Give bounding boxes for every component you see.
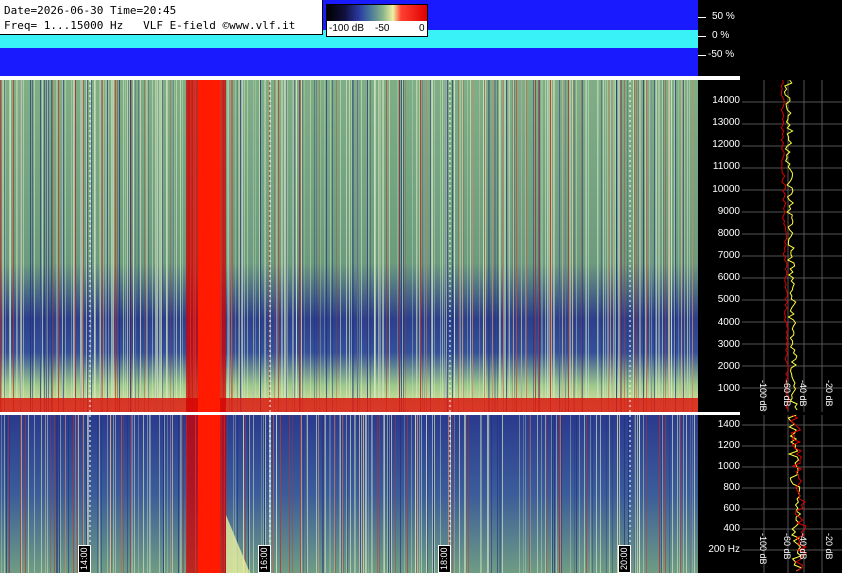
spectrogram-image [0, 80, 698, 412]
low-frequency-band [0, 398, 698, 412]
db-label: -60 dB [782, 533, 792, 560]
freq-label: 8000 [717, 228, 740, 239]
freq-label: 400 [723, 523, 740, 534]
spectrogram-full-range [0, 80, 698, 412]
waveform-tick [698, 55, 706, 56]
waveform-tick [698, 36, 706, 37]
freq-label: 800 [723, 482, 740, 493]
color-scale-labels: -100 dB -50 0 [326, 21, 428, 37]
scale-label-max: 0 [419, 23, 425, 34]
frequency-axis-bottom: 1400 1200 1000 800 600 400 200 Hz [698, 415, 742, 573]
db-label: -100 dB [758, 380, 768, 412]
db-label: -100 dB [758, 533, 768, 565]
color-scale-bar [326, 4, 428, 22]
freq-label: 7000 [717, 250, 740, 261]
freq-label: 12000 [712, 139, 740, 150]
scale-label-min: -100 dB [329, 23, 365, 34]
freq-label: 1000 [717, 383, 740, 394]
freq-label: 600 [723, 503, 740, 514]
time-label: 20:00 [618, 545, 631, 573]
info-box: Date=2026-06-30 Time=20:45 Freq= 1...150… [0, 0, 323, 35]
spectrum-profile-top: -100 dB -60 dB -40 dB -20 dB [742, 80, 842, 412]
waveform-panel: Date=2026-06-30 Time=20:45 Freq= 1...150… [0, 0, 698, 76]
freq-label: 13000 [712, 117, 740, 128]
freq-label: 10000 [712, 184, 740, 195]
scale-label-mid: -50 [375, 23, 390, 34]
frequency-range-text: Freq= 1...15000 Hz VLF E-field ©www.vlf.… [4, 19, 296, 32]
freq-label: 200 Hz [708, 544, 740, 555]
waveform-label-neg50: -50 % [708, 49, 735, 60]
db-label: -20 dB [824, 533, 834, 560]
waveform-label-0: 0 % [712, 30, 730, 41]
spectrogram-low-range [0, 415, 698, 573]
freq-label: 14000 [712, 95, 740, 106]
db-label: -40 dB [798, 380, 808, 407]
interference-burst-core [198, 80, 220, 412]
freq-label: 9000 [717, 206, 740, 217]
freq-label: 11000 [712, 161, 740, 172]
freq-label: 3000 [717, 339, 740, 350]
date-time-text: Date=2026-06-30 Time=20:45 [4, 4, 177, 17]
freq-label: 4000 [717, 317, 740, 328]
freq-label: 1400 [717, 419, 740, 430]
spectrogram-background [0, 415, 698, 573]
freq-label: 1200 [717, 440, 740, 451]
spectrum-profile-plot [742, 80, 842, 412]
waveform-tick [698, 17, 706, 18]
spectrum-profile-bottom: -100 dB -60 dB -40 dB -20 dB [742, 415, 842, 573]
waveform-axis: 50 % 0 % -50 % [698, 0, 842, 76]
time-label: 16:00 [258, 545, 271, 573]
waveform-label-50: 50 % [712, 11, 735, 22]
time-label: 14:00 [78, 545, 91, 573]
db-label: -40 dB [798, 533, 808, 560]
db-label: -20 dB [824, 380, 834, 407]
db-label: -60 dB [782, 380, 792, 407]
vlf-monitor-window: Date=2026-06-30 Time=20:45 Freq= 1...150… [0, 0, 842, 573]
frequency-axis-top: 14000 13000 12000 11000 10000 9000 8000 … [698, 80, 742, 412]
interference-burst-core [198, 415, 220, 573]
freq-label: 2000 [717, 361, 740, 372]
freq-label: 1000 [717, 461, 740, 472]
freq-label: 5000 [717, 294, 740, 305]
freq-label: 6000 [717, 272, 740, 283]
time-label: 18:00 [438, 545, 451, 573]
spectrogram-image [0, 415, 698, 573]
